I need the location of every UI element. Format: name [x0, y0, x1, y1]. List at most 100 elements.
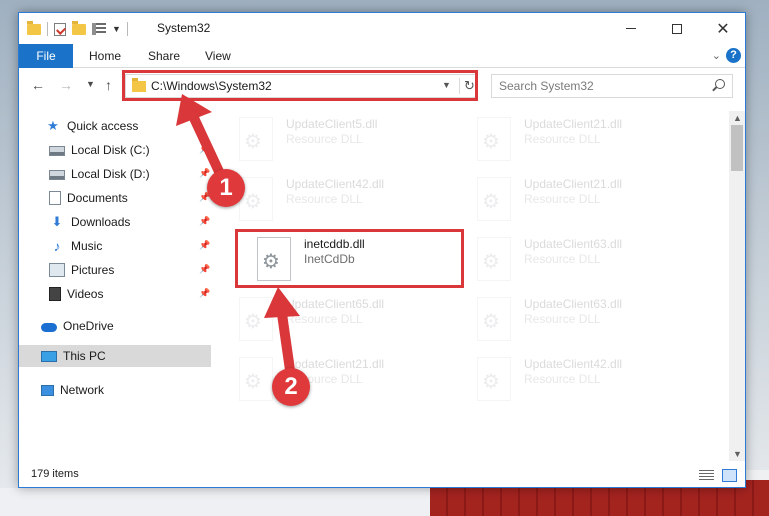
- file-name: UpdateClient21.dll: [286, 357, 385, 371]
- sidebar-item-local-disk-d[interactable]: Local Disk (D:) 📌: [19, 163, 211, 185]
- sidebar-item-label: This PC: [63, 349, 106, 363]
- file-item[interactable]: UpdateClient63.dll Resource DLL: [467, 291, 697, 345]
- view-options-icon[interactable]: [92, 23, 106, 35]
- step-2-badge: 2: [272, 368, 310, 406]
- file-name: UpdateClient42.dll: [524, 357, 623, 371]
- dll-file-icon: [477, 297, 511, 341]
- pictures-icon: [49, 263, 65, 277]
- file-name: UpdateClient63.dll: [524, 237, 623, 251]
- computer-icon: [41, 350, 57, 362]
- sidebar-item-music[interactable]: ♪ Music 📌: [19, 235, 211, 257]
- file-item[interactable]: UpdateClient42.dll Resource DLL: [467, 351, 697, 405]
- tab-file[interactable]: File: [19, 44, 73, 68]
- maximize-button[interactable]: [654, 13, 700, 44]
- close-button[interactable]: ✕: [700, 13, 746, 44]
- tab-view[interactable]: View: [205, 44, 231, 68]
- expand-ribbon-chevron-icon[interactable]: ⌄: [712, 49, 721, 62]
- dll-file-icon: [239, 117, 273, 161]
- file-name: UpdateClient65.dll: [286, 297, 385, 311]
- sidebar-item-label: Pictures: [71, 263, 115, 277]
- search-input[interactable]: [492, 75, 702, 97]
- sidebar-item-label: Music: [71, 239, 103, 253]
- file-type: Resource DLL: [286, 312, 363, 326]
- folder-icon: [27, 20, 41, 35]
- file-type: Resource DLL: [524, 372, 601, 386]
- file-item[interactable]: UpdateClient21.dll Resource DLL: [229, 351, 459, 405]
- search-box[interactable]: [491, 74, 733, 98]
- download-icon: ⬇: [51, 214, 63, 229]
- new-folder-icon[interactable]: [72, 20, 86, 35]
- file-item[interactable]: UpdateClient63.dll Resource DLL: [467, 231, 697, 285]
- scroll-down-arrow-icon[interactable]: ▼: [733, 449, 742, 459]
- sidebar-item-label: Downloads: [71, 215, 131, 229]
- file-name: UpdateClient21.dll: [524, 117, 623, 131]
- navigation-pane: ★ Quick access Local Disk (C:) 📌 Local D…: [19, 111, 213, 461]
- file-type: Resource DLL: [286, 132, 363, 146]
- disk-icon: [49, 170, 65, 180]
- dll-file-icon: [239, 297, 273, 341]
- dll-file-icon: [477, 177, 511, 221]
- sidebar-item-label: Network: [60, 383, 105, 397]
- pin-icon[interactable]: 📌: [199, 288, 210, 299]
- title-bar: ▼ System32 ✕: [19, 13, 745, 44]
- file-type: Resource DLL: [524, 312, 601, 326]
- minimize-icon: [626, 28, 636, 29]
- network-icon: [41, 384, 54, 396]
- file-name: UpdateClient5.dll: [286, 117, 378, 131]
- search-icon[interactable]: [715, 79, 725, 89]
- pin-icon[interactable]: 📌: [199, 144, 210, 155]
- file-type: Resource DLL: [524, 252, 601, 266]
- minimize-button[interactable]: [608, 13, 654, 44]
- pin-icon[interactable]: 📌: [199, 264, 210, 275]
- pin-icon[interactable]: 📌: [199, 168, 210, 179]
- dll-file-icon: [477, 237, 511, 281]
- sidebar-item-documents[interactable]: Documents 📌: [19, 187, 211, 209]
- recent-locations-dropdown-icon[interactable]: ▼: [86, 79, 95, 89]
- up-arrow-icon[interactable]: ↑: [105, 77, 112, 93]
- file-item[interactable]: UpdateClient5.dll Resource DLL: [229, 111, 459, 165]
- sidebar-item-pictures[interactable]: Pictures 📌: [19, 259, 211, 281]
- forward-arrow-icon[interactable]: →: [59, 77, 73, 93]
- file-item[interactable]: UpdateClient21.dll Resource DLL: [467, 171, 697, 225]
- file-item[interactable]: UpdateClient42.dll Resource DLL: [229, 171, 459, 225]
- videos-icon: [49, 287, 61, 301]
- toolbar-divider: [126, 22, 128, 36]
- star-icon: ★: [47, 118, 59, 133]
- customize-toolbar-dropdown-icon[interactable]: ▼: [112, 24, 121, 34]
- properties-check-icon[interactable]: [54, 22, 66, 36]
- close-icon: ✕: [716, 20, 730, 38]
- documents-icon: [49, 191, 61, 205]
- back-arrow-icon[interactable]: ←: [31, 77, 45, 93]
- window-title: System32: [157, 21, 211, 35]
- music-icon: ♪: [53, 238, 61, 254]
- toolbar-divider: [47, 22, 48, 36]
- background-snow: [0, 488, 430, 516]
- sidebar-item-videos[interactable]: Videos 📌: [19, 283, 211, 305]
- step-1-badge: 1: [207, 169, 245, 207]
- help-icon[interactable]: ?: [726, 48, 741, 63]
- sidebar-item-this-pc[interactable]: This PC: [19, 345, 211, 367]
- file-name: UpdateClient42.dll: [286, 177, 385, 191]
- sidebar-item-local-disk-c[interactable]: Local Disk (C:) 📌: [19, 139, 211, 161]
- vertical-scrollbar[interactable]: ▲ ▼: [729, 111, 745, 461]
- large-icons-view-icon[interactable]: [722, 469, 737, 482]
- scrollbar-thumb[interactable]: [731, 125, 743, 171]
- file-item[interactable]: UpdateClient21.dll Resource DLL: [467, 111, 697, 165]
- maximize-icon: [672, 23, 682, 34]
- sidebar-item-network[interactable]: Network: [19, 379, 211, 401]
- pin-icon[interactable]: 📌: [199, 216, 210, 227]
- file-type: Resource DLL: [286, 192, 363, 206]
- pin-icon[interactable]: 📌: [199, 240, 210, 251]
- sidebar-item-downloads[interactable]: ⬇ Downloads 📌: [19, 211, 211, 233]
- file-item[interactable]: UpdateClient65.dll Resource DLL: [229, 291, 459, 345]
- tab-home[interactable]: Home: [89, 44, 121, 68]
- dll-file-icon: [239, 357, 273, 401]
- item-count: 179 items: [31, 468, 79, 480]
- sidebar-item-label: OneDrive: [63, 319, 114, 333]
- address-bar-highlight: [122, 70, 478, 101]
- sidebar-item-quick-access[interactable]: ★ Quick access: [19, 115, 211, 137]
- details-view-icon[interactable]: [699, 470, 714, 481]
- scroll-up-arrow-icon[interactable]: ▲: [733, 113, 742, 123]
- sidebar-item-onedrive[interactable]: OneDrive: [19, 315, 211, 337]
- tab-share[interactable]: Share: [148, 44, 180, 68]
